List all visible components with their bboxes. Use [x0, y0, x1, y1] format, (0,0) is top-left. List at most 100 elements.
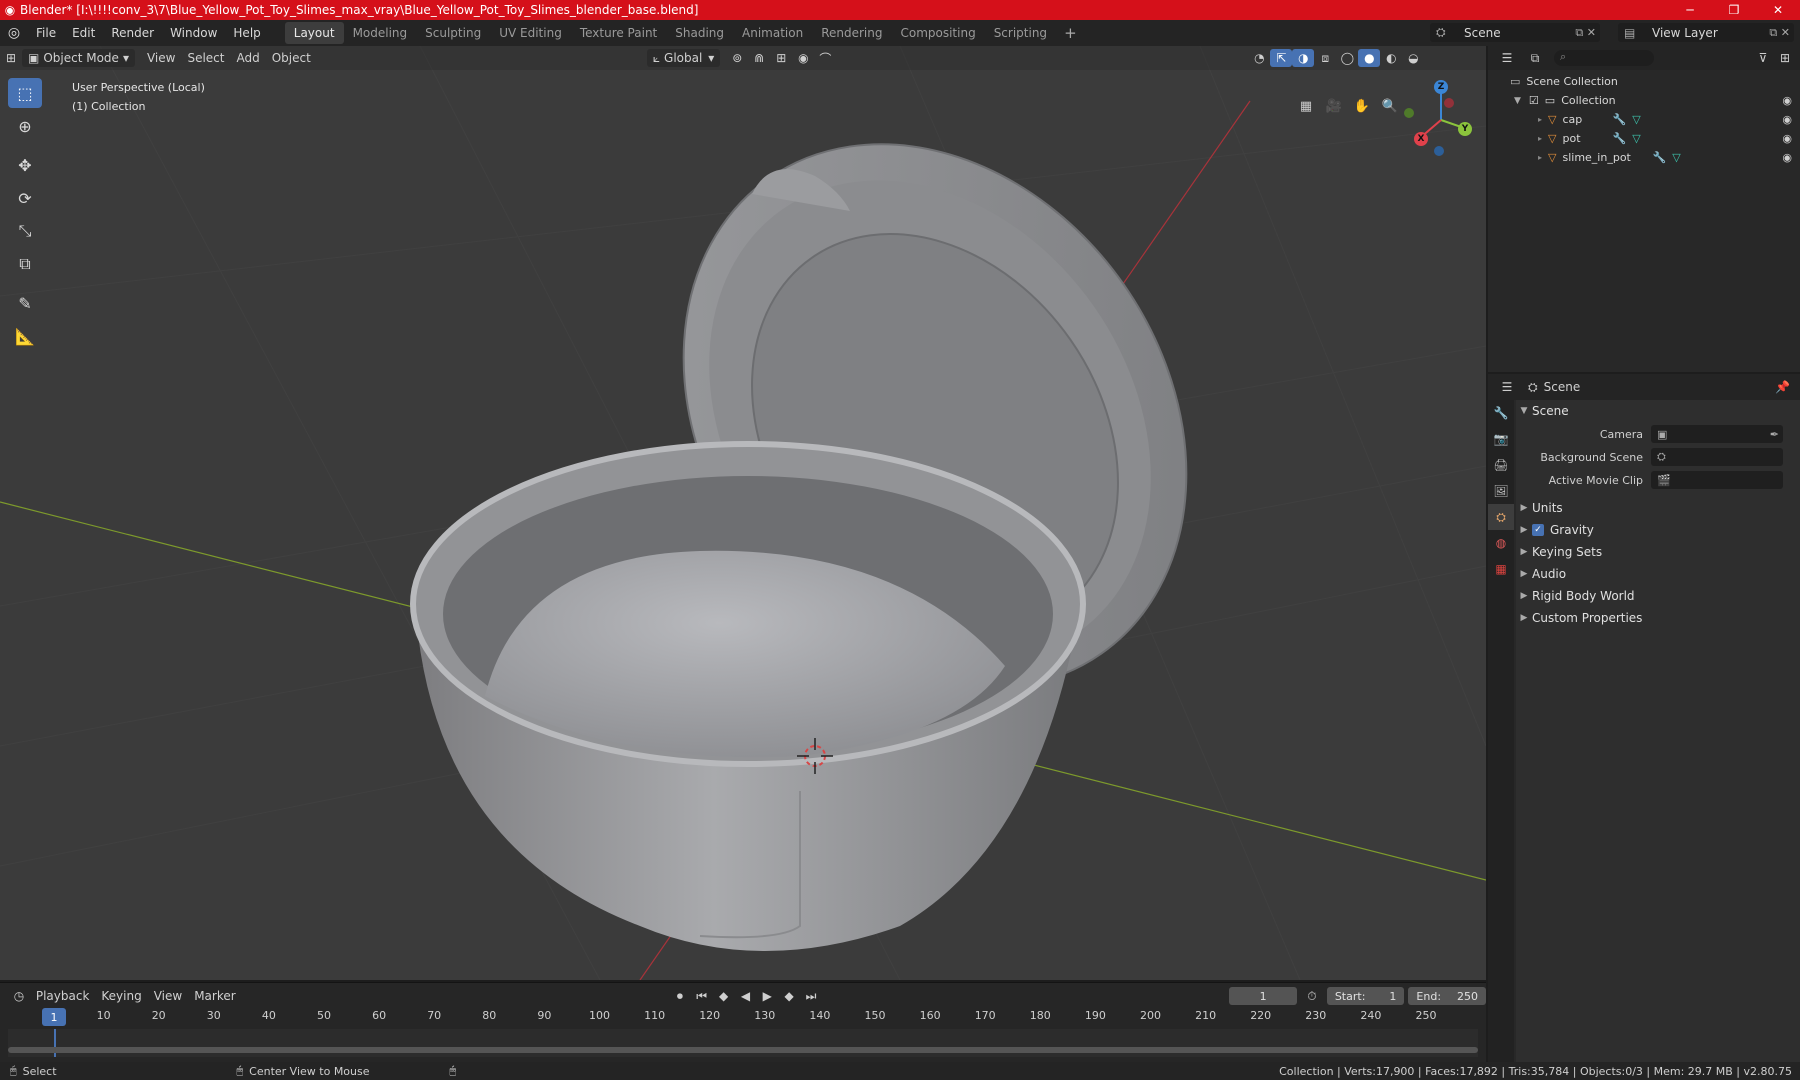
tab-texture-paint[interactable]: Texture Paint: [571, 22, 666, 44]
custom-properties-panel-header[interactable]: ▶ Custom Properties: [1516, 607, 1800, 629]
jump-start-icon[interactable]: ⏮: [691, 987, 713, 1005]
prev-keyframe-icon[interactable]: ◆: [713, 987, 735, 1005]
output-tab-icon[interactable]: 🖨: [1488, 452, 1514, 478]
audio-panel-header[interactable]: ▶ Audio: [1516, 563, 1800, 585]
eyedropper-icon[interactable]: ✒: [1770, 428, 1779, 441]
visibility-icon[interactable]: ◔: [1248, 49, 1270, 67]
stopwatch-icon[interactable]: ⏱: [1301, 987, 1323, 1005]
gizmo-toggle-icon[interactable]: ⇱: [1270, 49, 1293, 67]
timeline-menu-view[interactable]: View: [148, 987, 188, 1005]
modifier-icon[interactable]: 🔧: [1612, 132, 1626, 145]
tab-layout[interactable]: Layout: [284, 22, 344, 44]
y-axis-icon[interactable]: Y: [1458, 122, 1472, 136]
filter-icon[interactable]: ⊽: [1752, 49, 1774, 67]
annotate-tool-icon[interactable]: ✎: [8, 288, 42, 318]
timeline-editor-type-icon[interactable]: ◷: [8, 987, 30, 1005]
eye-icon[interactable]: ◉: [1782, 151, 1792, 164]
menu-window[interactable]: Window: [162, 26, 225, 40]
modifier-icon[interactable]: 🔧: [1612, 113, 1626, 126]
expand-icon[interactable]: ▸: [1538, 153, 1542, 162]
outliner-editor-type-icon[interactable]: ☰: [1496, 49, 1518, 67]
start-frame-field[interactable]: Start: 1: [1326, 987, 1405, 1005]
frame-ruler[interactable]: 1 10 20 30 40 50 60 70 80 90 100 110 120 130 140 150 160…: [8, 1007, 1478, 1029]
expand-icon[interactable]: ▼: [1514, 96, 1521, 106]
timeline-scrollbar[interactable]: [8, 1047, 1478, 1053]
play-icon[interactable]: ▶: [756, 987, 778, 1005]
gravity-panel-header[interactable]: ▶ ✓ Gravity: [1516, 519, 1800, 541]
tab-rendering[interactable]: Rendering: [812, 22, 891, 44]
scene-tab-icon[interactable]: ⛭: [1488, 504, 1514, 530]
mesh-data-icon[interactable]: ▽: [1632, 132, 1640, 145]
x-axis-icon[interactable]: X: [1414, 132, 1428, 146]
neg-y-axis-icon[interactable]: [1404, 108, 1414, 118]
properties-editor-type-icon[interactable]: ☰: [1496, 378, 1518, 396]
background-scene-input[interactable]: ⛭: [1651, 448, 1783, 466]
outliner-scene-collection[interactable]: ▭ Scene Collection: [1488, 72, 1800, 91]
camera-input[interactable]: ▣ ✒: [1651, 425, 1783, 443]
timeline-menu-keying[interactable]: Keying: [95, 987, 147, 1005]
next-keyframe-icon[interactable]: ◆: [778, 987, 800, 1005]
select-box-tool-icon[interactable]: ⬚: [8, 78, 42, 108]
view-layer-selector[interactable]: ▤ View Layer ⧉ ✕: [1618, 23, 1794, 42]
rendered-shading-icon[interactable]: ◒: [1402, 49, 1424, 67]
xray-icon[interactable]: ⧈: [1314, 49, 1336, 67]
blender-menu-icon[interactable]: ◎: [0, 25, 28, 41]
play-reverse-icon[interactable]: ◀: [735, 987, 757, 1005]
transform-orientation-dropdown[interactable]: ⟀ Global ▾: [646, 49, 721, 67]
current-frame-field[interactable]: 1: [1229, 987, 1297, 1005]
material-shading-icon[interactable]: ◐: [1380, 49, 1402, 67]
neg-z-axis-icon[interactable]: [1434, 146, 1444, 156]
menu-file[interactable]: File: [28, 26, 64, 40]
overlay-toggle-icon[interactable]: ◑: [1292, 49, 1315, 67]
menu-help[interactable]: Help: [225, 26, 268, 40]
move-tool-icon[interactable]: ✥: [8, 150, 42, 180]
texture-tab-icon[interactable]: ▦: [1488, 556, 1514, 582]
outliner-search-input[interactable]: ⌕: [1554, 50, 1654, 66]
falloff-icon[interactable]: ⌒: [814, 49, 836, 67]
mode-selector[interactable]: ▣ Object Mode ▾: [22, 49, 135, 67]
solid-shading-icon[interactable]: ●: [1358, 49, 1381, 67]
tab-animation[interactable]: Animation: [733, 22, 812, 44]
eye-icon[interactable]: ◉: [1782, 132, 1792, 145]
tab-modeling[interactable]: Modeling: [344, 22, 417, 44]
snap-target-icon[interactable]: ⊞: [770, 49, 792, 67]
view-layer-actions-icon[interactable]: ⧉ ✕: [1769, 26, 1790, 40]
close-button[interactable]: ✕: [1756, 0, 1800, 20]
world-tab-icon[interactable]: ◍: [1488, 530, 1514, 556]
keying-sets-panel-header[interactable]: ▶ Keying Sets: [1516, 541, 1800, 563]
eye-icon[interactable]: ◉: [1782, 113, 1792, 126]
outliner-item-pot[interactable]: ▸ ▽ pot 🔧 ▽ ◉: [1488, 129, 1800, 148]
tab-compositing[interactable]: Compositing: [891, 22, 984, 44]
expand-icon[interactable]: ▸: [1538, 134, 1542, 143]
menu-render[interactable]: Render: [103, 26, 162, 40]
collection-checkbox-icon[interactable]: ☑: [1529, 94, 1539, 107]
tab-shading[interactable]: Shading: [666, 22, 733, 44]
add-workspace-button[interactable]: +: [1056, 24, 1085, 42]
current-frame-marker[interactable]: 1: [42, 1008, 66, 1026]
timeline-menu-playback[interactable]: Playback: [30, 987, 96, 1005]
pin-icon[interactable]: 📌: [1775, 380, 1790, 394]
maximize-button[interactable]: ❐: [1712, 0, 1756, 20]
render-tab-icon[interactable]: 📷: [1488, 426, 1514, 452]
mesh-data-icon[interactable]: ▽: [1672, 151, 1680, 164]
tab-scripting[interactable]: Scripting: [985, 22, 1056, 44]
cursor-tool-icon[interactable]: ⊕: [8, 111, 42, 141]
camera-view-icon[interactable]: 🎥: [1322, 94, 1346, 118]
tool-tab-icon[interactable]: 🔧: [1488, 400, 1514, 426]
record-icon[interactable]: ⏺: [669, 987, 691, 1005]
wireframe-shading-icon[interactable]: ◯: [1336, 49, 1358, 67]
end-frame-field[interactable]: End: 250: [1408, 987, 1487, 1005]
z-axis-icon[interactable]: Z: [1434, 80, 1448, 94]
outliner-item-cap[interactable]: ▸ ▽ cap 🔧 ▽ ◉: [1488, 110, 1800, 129]
3d-viewport[interactable]: ⊞ ▣ Object Mode ▾ View Select Add Object…: [0, 46, 1486, 980]
viewport-menu-object[interactable]: Object: [266, 49, 317, 67]
outliner-collection[interactable]: ▼ ☑ ▭ Collection ◉: [1488, 91, 1800, 110]
scene-panel-header[interactable]: ▼ Scene: [1516, 400, 1800, 422]
viewport-menu-select[interactable]: Select: [181, 49, 230, 67]
tab-sculpting[interactable]: Sculpting: [416, 22, 490, 44]
rigid-body-world-panel-header[interactable]: ▶ Rigid Body World: [1516, 585, 1800, 607]
menu-edit[interactable]: Edit: [64, 26, 103, 40]
gravity-checkbox[interactable]: ✓: [1532, 524, 1544, 536]
pivot-point-icon[interactable]: ⊚: [726, 49, 748, 67]
rotate-tool-icon[interactable]: ⟳: [8, 183, 42, 213]
